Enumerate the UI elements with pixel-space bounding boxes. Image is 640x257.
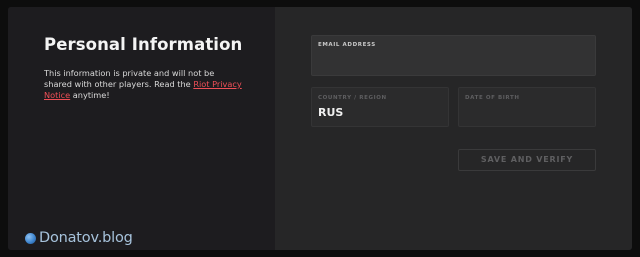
date-of-birth-label: DATE OF BIRTH bbox=[465, 95, 520, 101]
privacy-description: This information is private and will not… bbox=[44, 68, 244, 101]
description-suffix: anytime! bbox=[70, 90, 110, 100]
country-region-value: RUS bbox=[318, 106, 344, 119]
description-text: This information is private and will not… bbox=[44, 68, 215, 89]
settings-panel: Personal Information This information is… bbox=[8, 7, 632, 250]
watermark-text: Donatov.blog bbox=[39, 230, 133, 246]
watermark-logo-icon bbox=[25, 232, 36, 244]
date-of-birth-field[interactable]: DATE OF BIRTH bbox=[458, 87, 596, 127]
page-title: Personal Information bbox=[44, 35, 243, 54]
watermark: Donatov.blog bbox=[25, 229, 133, 247]
country-region-label: COUNTRY / REGION bbox=[318, 95, 387, 101]
email-field-label: EMAIL ADDRESS bbox=[318, 42, 376, 48]
save-and-verify-button[interactable]: SAVE AND VERIFY bbox=[458, 149, 596, 171]
country-region-field[interactable]: COUNTRY / REGION RUS bbox=[311, 87, 449, 127]
form-panel: EMAIL ADDRESS COUNTRY / REGION RUS DATE … bbox=[275, 7, 632, 250]
info-panel: Personal Information This information is… bbox=[8, 7, 275, 250]
email-field[interactable]: EMAIL ADDRESS bbox=[311, 35, 596, 76]
